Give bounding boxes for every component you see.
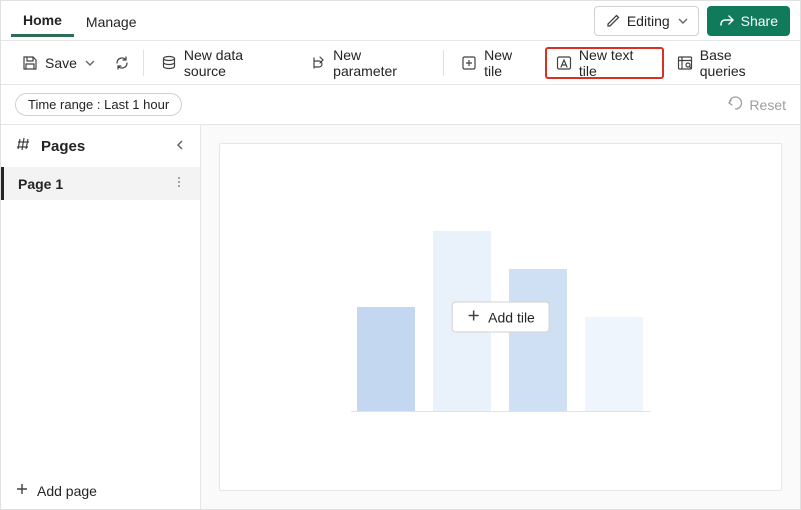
collapse-sidebar-button[interactable] — [174, 138, 186, 155]
sidebar-title: Pages — [41, 138, 85, 155]
time-range-pill[interactable]: Time range : Last 1 hour — [15, 93, 182, 116]
share-icon — [719, 13, 735, 29]
new-data-source-button[interactable]: New data source — [150, 47, 297, 79]
plus-icon — [466, 309, 480, 326]
tab-bar: Home Manage Editing Share — [1, 1, 800, 41]
editing-mode-button[interactable]: Editing — [594, 6, 699, 36]
new-tile-button[interactable]: New tile — [450, 47, 543, 79]
more-icon[interactable] — [172, 175, 186, 192]
share-button[interactable]: Share — [707, 6, 790, 36]
new-data-source-label: New data source — [184, 47, 287, 79]
add-page-button[interactable]: Add page — [1, 472, 200, 509]
save-icon — [21, 54, 39, 72]
chart-bar — [357, 307, 415, 411]
new-tile-label: New tile — [484, 47, 533, 79]
reset-button[interactable]: Reset — [727, 95, 786, 114]
sidebar-header: Pages — [1, 125, 200, 167]
reset-label: Reset — [749, 97, 786, 113]
new-text-tile-label: New text tile — [579, 47, 654, 79]
base-queries-button[interactable]: Base queries — [666, 47, 790, 79]
pencil-icon — [605, 13, 621, 29]
save-button[interactable]: Save — [11, 47, 105, 79]
database-icon — [160, 54, 178, 72]
share-label: Share — [741, 13, 778, 29]
tile-icon — [460, 54, 478, 72]
tab-home[interactable]: Home — [11, 4, 74, 37]
new-parameter-label: New parameter — [333, 47, 427, 79]
add-tile-label: Add tile — [488, 309, 535, 325]
sidebar: Pages Page 1 Add page — [1, 125, 201, 509]
main-body: Pages Page 1 Add page Add — [1, 125, 800, 509]
toolbar-separator — [143, 50, 144, 76]
chart-bar — [585, 317, 643, 412]
add-page-label: Add page — [37, 483, 97, 499]
filter-bar: Time range : Last 1 hour Reset — [1, 85, 800, 125]
editing-mode-label: Editing — [627, 13, 670, 29]
tab-manage[interactable]: Manage — [74, 6, 149, 36]
add-tile-button[interactable]: Add tile — [451, 302, 550, 333]
chevron-down-icon — [678, 16, 688, 26]
plus-icon — [15, 482, 29, 499]
new-parameter-button[interactable]: New parameter — [299, 47, 437, 79]
toolbar: Save New data source New parameter New t… — [1, 41, 800, 85]
canvas: Add tile — [201, 125, 800, 509]
chart-bar — [509, 269, 567, 411]
text-tile-icon — [555, 54, 573, 72]
parameter-icon — [309, 54, 327, 72]
page-item-label: Page 1 — [18, 176, 63, 192]
base-queries-icon — [676, 54, 694, 72]
toolbar-separator — [443, 50, 444, 76]
undo-icon — [727, 95, 743, 114]
time-range-value: Last 1 hour — [104, 97, 169, 112]
save-label: Save — [45, 55, 77, 71]
time-range-label: Time range : — [28, 97, 101, 112]
sidebar-page-item[interactable]: Page 1 — [1, 167, 200, 200]
refresh-button[interactable] — [107, 47, 137, 79]
base-queries-label: Base queries — [700, 47, 780, 79]
new-text-tile-button[interactable]: New text tile — [545, 47, 664, 79]
refresh-icon — [113, 54, 131, 72]
chevron-down-icon — [85, 58, 95, 68]
empty-tile-area: Add tile — [219, 143, 782, 491]
pages-icon — [15, 135, 33, 157]
